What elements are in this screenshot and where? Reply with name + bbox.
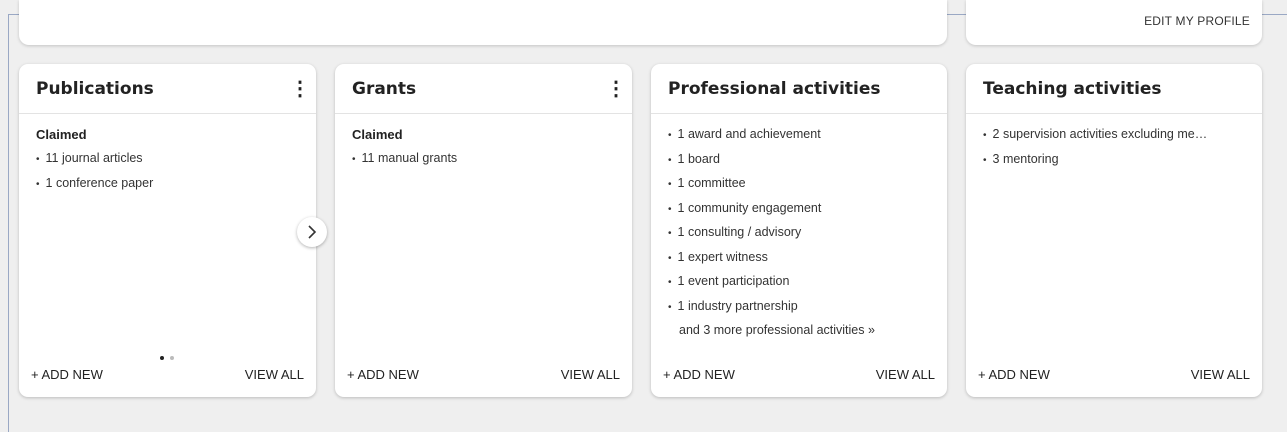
view-all-button[interactable]: VIEW ALL — [245, 367, 304, 382]
view-all-button[interactable]: VIEW ALL — [876, 367, 935, 382]
view-all-button[interactable]: VIEW ALL — [1191, 367, 1250, 382]
add-new-button[interactable]: + ADD NEW — [31, 367, 103, 382]
list-item[interactable]: 3 mentoring — [983, 148, 1245, 173]
carousel-dot[interactable] — [170, 356, 174, 360]
view-all-button[interactable]: VIEW ALL — [561, 367, 620, 382]
list-item[interactable]: 11 manual grants — [352, 147, 615, 172]
card-title: Publications — [36, 78, 154, 99]
list-item[interactable]: 1 conference paper — [36, 172, 299, 197]
list-item[interactable]: 1 industry partnership — [668, 295, 930, 320]
list-item[interactable]: 2 supervision activities excluding me… — [983, 123, 1245, 148]
card-title: Professional activities — [668, 78, 881, 99]
list-item[interactable]: 1 board — [668, 148, 930, 173]
profile-actions-card: EDIT MY PROFILE — [966, 0, 1262, 45]
add-new-button[interactable]: + ADD NEW — [347, 367, 419, 382]
carousel-dot-active[interactable] — [160, 356, 164, 360]
card-title: Teaching activities — [983, 78, 1162, 99]
edit-profile-link[interactable]: EDIT MY PROFILE — [1144, 14, 1250, 28]
kebab-menu-icon[interactable]: ⋮ — [290, 79, 310, 99]
carousel-dots — [160, 356, 174, 360]
list-item[interactable]: 1 committee — [668, 172, 930, 197]
card-title: Grants — [352, 78, 417, 99]
grants-card-header: Grants ⋮ — [335, 64, 632, 114]
list-item[interactable]: 1 consulting / advisory — [668, 221, 930, 246]
add-new-button[interactable]: + ADD NEW — [978, 367, 1050, 382]
list-item[interactable]: 1 expert witness — [668, 246, 930, 271]
list-item[interactable]: 1 award and achievement — [668, 123, 930, 148]
publications-card-header: Publications ⋮ — [19, 64, 316, 114]
list-item[interactable]: 1 community engagement — [668, 197, 930, 222]
profile-summary-card — [19, 0, 947, 45]
more-activities-link[interactable]: and 3 more professional activities » — [668, 319, 930, 343]
kebab-menu-icon[interactable]: ⋮ — [606, 79, 626, 99]
professional-activities-card: Professional activities 1 award and achi… — [651, 64, 947, 397]
list-item[interactable]: 1 event participation — [668, 270, 930, 295]
chevron-right-icon — [308, 225, 317, 239]
list-item[interactable]: 11 journal articles — [36, 147, 299, 172]
section-label: Claimed — [36, 127, 87, 142]
professional-activities-card-header: Professional activities — [651, 64, 947, 114]
section-label: Claimed — [352, 127, 403, 142]
publications-card: Publications ⋮ Claimed 11 journal articl… — [19, 64, 316, 397]
grants-card: Grants ⋮ Claimed 11 manual grants + ADD … — [335, 64, 632, 397]
add-new-button[interactable]: + ADD NEW — [663, 367, 735, 382]
carousel-next-button[interactable] — [297, 217, 327, 247]
teaching-activities-card: Teaching activities 2 supervision activi… — [966, 64, 1262, 397]
teaching-activities-card-header: Teaching activities — [966, 64, 1262, 114]
